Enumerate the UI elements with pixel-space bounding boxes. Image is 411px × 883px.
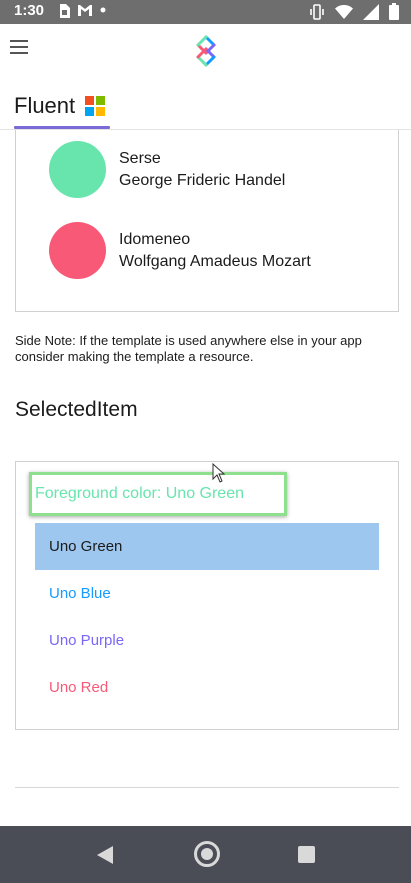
list-item[interactable]: Idomeneo Wolfgang Amadeus Mozart [49,222,311,279]
app-bar [0,24,411,82]
section-title: SelectedItem [15,398,138,421]
mouse-cursor-icon [212,463,226,483]
option-uno-blue[interactable]: Uno Blue [35,570,379,617]
home-icon[interactable] [194,841,220,867]
item-title: Idomeneo [119,230,191,248]
signal-icon [363,3,379,20]
option-label: Uno Purple [49,632,125,649]
recents-icon[interactable] [298,846,315,863]
tab-label: Fluent [14,93,76,118]
avatar [49,222,106,279]
option-uno-red[interactable]: Uno Red [35,664,379,711]
wifi-icon [335,4,353,19]
gmail-icon [78,5,92,16]
microsoft-logo-icon [85,96,106,116]
status-bar: 1:30 [0,0,411,24]
battery-icon [389,3,399,20]
divider [15,787,399,788]
item-title: Serse [119,149,161,167]
uno-platform-logo [196,35,216,67]
hamburger-menu-icon[interactable] [10,40,28,54]
option-uno-purple[interactable]: Uno Purple [35,617,379,664]
option-label: Uno Blue [49,585,111,602]
system-nav-bar [0,826,411,883]
option-uno-green[interactable]: Uno Green [35,523,379,570]
option-label: Uno Red [49,679,109,696]
option-label: Uno Green [49,538,123,555]
tab-bar: Fluent [0,82,411,130]
template-list: Serse George Frideric Handel Idomeneo Wo… [15,130,399,312]
list-item[interactable]: Serse George Frideric Handel [49,141,285,198]
vibrate-icon [310,3,324,20]
item-subtitle: George Frideric Handel [119,171,286,189]
avatar [49,141,106,198]
foreground-color-label: Foreground color: Uno Green [35,485,244,502]
item-subtitle: Wolfgang Amadeus Mozart [119,252,311,270]
sim-card-icon [60,4,70,18]
status-time: 1:30 [14,2,45,19]
tab-selected-indicator [14,126,110,129]
back-icon[interactable] [96,845,114,865]
selected-item-panel: Foreground color: Uno Green Uno Green Un… [15,461,399,730]
tab-fluent[interactable]: Fluent [14,82,106,130]
dot-icon [100,7,106,13]
foreground-label-highlight: Foreground color: Uno Green [29,472,287,516]
side-note: Side Note: If the template is used anywh… [15,333,362,364]
